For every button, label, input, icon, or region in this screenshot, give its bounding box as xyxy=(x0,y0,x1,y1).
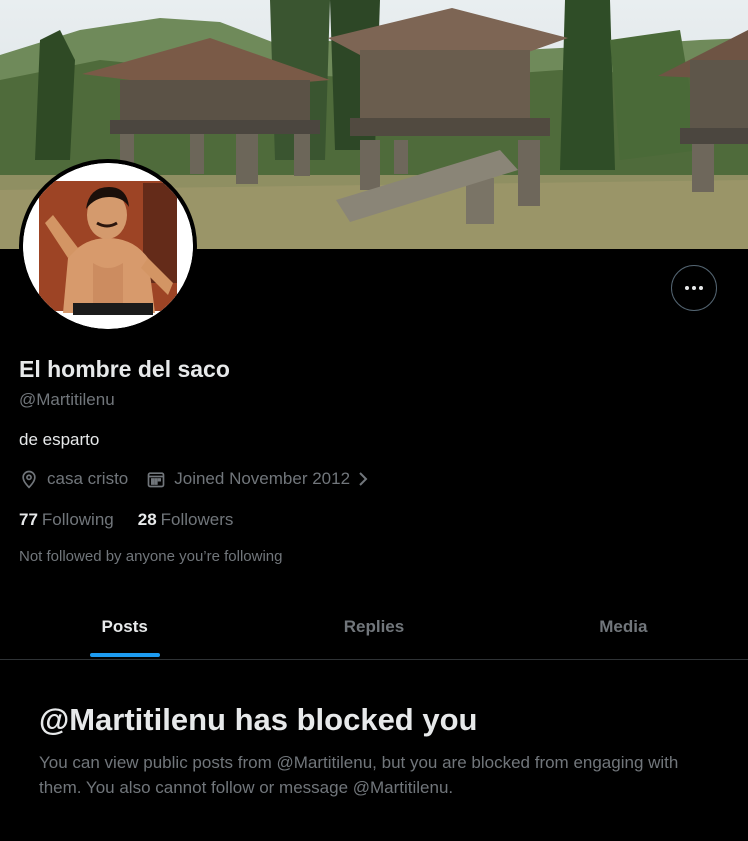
active-tab-indicator xyxy=(89,653,160,657)
tab-media[interactable]: Media xyxy=(499,595,748,659)
more-options-icon-dot xyxy=(692,286,696,290)
profile-stats: 77 Following 28 Followers xyxy=(19,510,257,530)
joined-text: Joined November 2012 xyxy=(174,469,351,488)
profile-handle: @Martitilenu xyxy=(19,390,115,409)
followers-count: 28 xyxy=(137,510,157,529)
profile-bio: de esparto xyxy=(19,430,100,449)
following-count: 77 xyxy=(19,510,38,529)
avatar-image xyxy=(23,163,193,329)
joined-item[interactable]: Joined November 2012 xyxy=(146,469,370,489)
tab-posts-label: Posts xyxy=(101,617,148,636)
more-options-icon xyxy=(685,286,689,290)
tab-posts[interactable]: Posts xyxy=(0,595,249,659)
tab-media-label: Media xyxy=(599,617,648,636)
more-options-icon-dot xyxy=(699,286,703,290)
profile-name: El hombre del saco xyxy=(19,356,230,382)
blocked-title: @Martitilenu has blocked you xyxy=(39,702,478,737)
location-text: casa cristo xyxy=(47,469,129,488)
profile-meta: casa cristo Joined November 2012 xyxy=(19,469,388,489)
chevron-right-icon xyxy=(356,470,370,488)
not-followed-notice: Not followed by anyone you’re following xyxy=(19,548,283,565)
tab-replies-label: Replies xyxy=(343,617,405,636)
followers-link[interactable]: 28 Followers xyxy=(138,510,234,530)
more-options-button[interactable] xyxy=(671,265,717,311)
followers-label: Followers xyxy=(160,510,234,529)
location-item: casa cristo xyxy=(19,469,128,489)
following-label: Following xyxy=(41,510,114,529)
calendar-icon xyxy=(146,469,166,489)
profile-avatar[interactable] xyxy=(19,159,197,333)
following-link[interactable]: 77 Following xyxy=(19,510,114,530)
blocked-message: You can view public posts from @Martitil… xyxy=(39,753,679,797)
profile-tabs: Posts Replies Media xyxy=(0,595,748,660)
tab-replies[interactable]: Replies xyxy=(249,595,498,659)
location-pin-icon xyxy=(19,469,39,489)
